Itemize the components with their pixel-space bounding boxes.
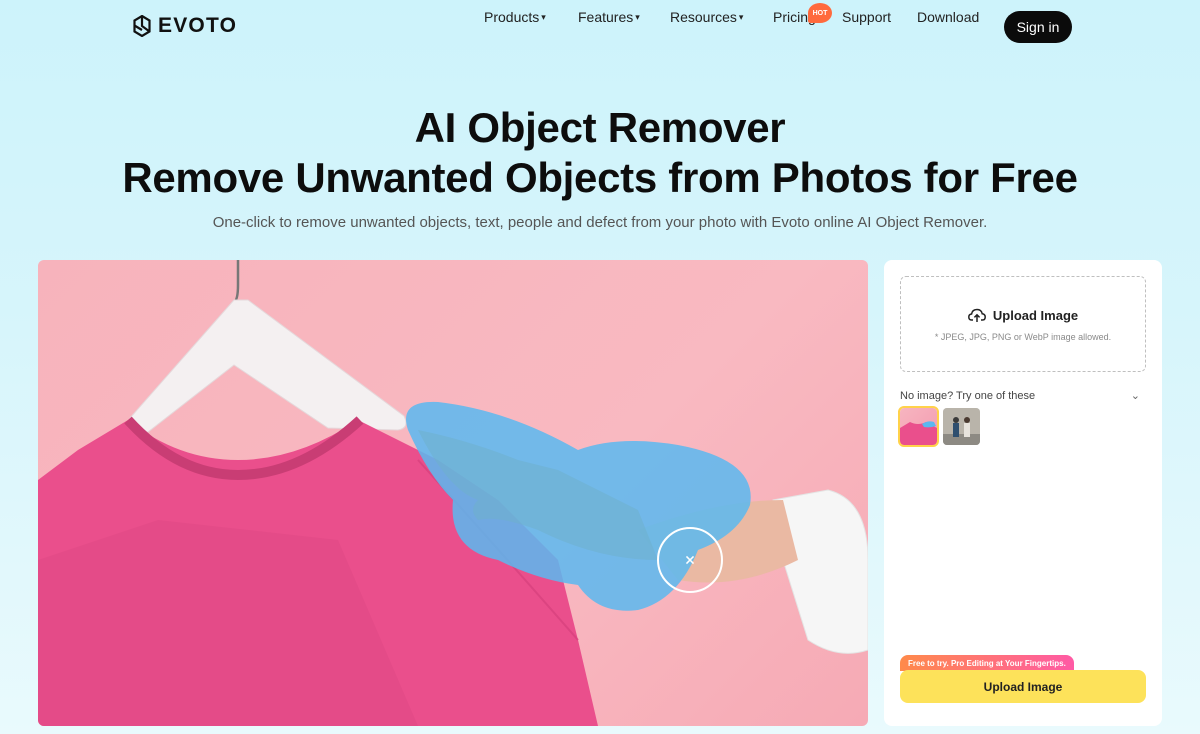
nav-features-label: Features — [578, 9, 634, 25]
hero-title-line2: Remove Unwanted Objects from Photos for … — [122, 154, 1078, 201]
sample-images-header[interactable]: No image? Try one of these ⌄ — [900, 389, 1146, 403]
nav-download-label: Download — [917, 9, 980, 25]
upload-dropzone[interactable]: Upload Image * JPEG, JPG, PNG or WebP im… — [900, 276, 1146, 372]
person-sleeve — [772, 489, 868, 654]
nav-resources-label: Resources — [670, 9, 737, 25]
sign-in-button[interactable]: Sign in — [1004, 11, 1072, 43]
sample-thumbnail-people[interactable] — [943, 408, 980, 445]
hero-subtitle: One-click to remove unwanted objects, te… — [212, 214, 988, 231]
promo-tag: Free to try. Pro Editing at Your Fingert… — [900, 655, 1074, 671]
caret-down-icon: ▾ — [635, 11, 640, 22]
nav-download[interactable]: Download — [917, 9, 979, 25]
nav-products-label: Products — [484, 9, 540, 25]
sample-thumbnail-shirt[interactable] — [898, 406, 939, 447]
upload-image-button[interactable]: Upload Image — [900, 670, 1146, 703]
shirt-thumbnail-image — [900, 421, 937, 445]
sample-images-label: No image? Try one of these — [900, 389, 1036, 402]
evoto-logo-icon — [133, 15, 151, 37]
hot-badge: HOT — [808, 3, 832, 23]
demo-image[interactable] — [38, 260, 868, 726]
upload-format-hint: * JPEG, JPG, PNG or WebP image allowed. — [934, 332, 1112, 342]
upload-dropzone-row: Upload Image — [901, 307, 1145, 323]
cloud-upload-icon — [967, 308, 986, 322]
top-nav: EVOTO Products ▾ Features ▾ Resources ▾ … — [0, 0, 1200, 52]
chevron-down-icon[interactable]: ⌄ — [1131, 389, 1140, 402]
hanger — [128, 299, 407, 433]
hanger-hook — [233, 260, 240, 304]
upload-dropzone-label: Upload Image — [992, 307, 1079, 323]
hero-title-line1: AI Object Remover — [414, 104, 786, 151]
demo-illustration — [38, 260, 868, 726]
nav-support[interactable]: Support — [842, 9, 891, 25]
nav-support-label: Support — [842, 9, 892, 25]
brand-name: EVOTO — [158, 14, 238, 37]
upload-panel: Upload Image * JPEG, JPG, PNG or WebP im… — [884, 260, 1162, 726]
people-thumbnail-image — [943, 408, 980, 445]
nav-resources[interactable]: Resources ▾ — [670, 9, 743, 25]
nav-features[interactable]: Features ▾ — [578, 9, 640, 25]
brand-logo[interactable]: EVOTO — [133, 14, 237, 38]
caret-down-icon: ▾ — [541, 11, 546, 22]
sample-thumbnails — [898, 406, 980, 447]
nav-products[interactable]: Products ▾ — [484, 9, 546, 25]
caret-down-icon: ▾ — [738, 11, 744, 22]
